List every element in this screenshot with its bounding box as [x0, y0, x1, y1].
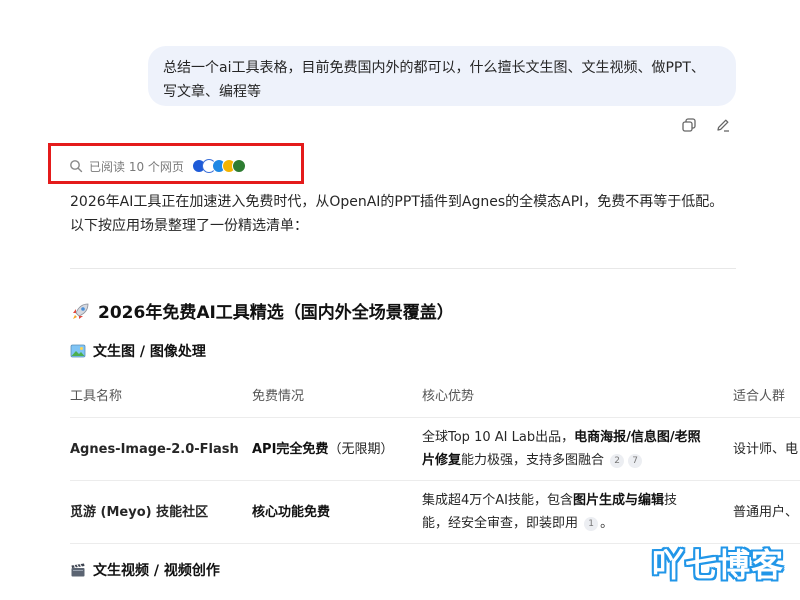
table-row: 觅游 (Meyo) 技能社区 核心功能免费 集成超4万个AI技能，包含图片生成与… — [70, 481, 800, 544]
rocket-icon — [73, 303, 89, 319]
advantage-text: 全球Top 10 AI Lab出品， — [422, 430, 575, 445]
copy-icon[interactable] — [680, 116, 698, 134]
table-row: Agnes-Image-2.0-Flash API完全免费（无限期） 全球Top… — [70, 418, 800, 481]
core-advantage: 全球Top 10 AI Lab出品，电商海报/信息图/老照片修复能力极强，支持多… — [422, 426, 722, 472]
free-status: 核心功能免费 — [252, 501, 412, 524]
answer-intro-line-1: 2026年AI工具正在加速进入免费时代，从OpenAI的PPT插件到Agnes的… — [70, 194, 724, 210]
section-title-image: 文生图 / 图像处理 — [93, 344, 206, 360]
source-favicon-icon — [231, 159, 246, 173]
core-advantage: 集成超4万个AI技能，包含图片生成与编辑技 能，经安全审查，即装即用 1。 — [422, 493, 678, 531]
ai-tools-table: 工具名称 免费情况 核心优势 适合人群 Agnes-Image-2.0-Flas… — [70, 378, 800, 544]
advantage-bold: 图片生成与编辑 — [573, 493, 665, 508]
advantage-text: 能，经安全审查，即装即用 — [422, 516, 579, 531]
advantage-bold: 片修复 — [422, 453, 462, 468]
user-message-line-1: 总结一个ai工具表格，目前免费国内外的都可以，什么擅长文生图、文生视频、做PPT… — [163, 60, 705, 76]
message-actions — [680, 116, 732, 134]
section-title-video: 文生视频 / 视频创作 — [93, 563, 220, 579]
user-message-line-2: 写文章、编程等 — [163, 84, 261, 100]
advantage-bold: 电商海报/信息图/老照 — [574, 430, 701, 445]
target-audience: 设计师、电 — [733, 442, 799, 457]
citation-badge[interactable]: 7 — [628, 453, 643, 468]
sources-label: 已阅读 10 个网页 — [89, 159, 184, 174]
target-audience: 普通用户、 — [733, 505, 799, 520]
search-icon — [70, 160, 83, 173]
tool-name: 觅游 (Meyo) 技能社区 — [70, 505, 209, 520]
tool-name: Agnes-Image-2.0-Flash — [70, 442, 239, 457]
answer-intro-line-2: 以下按应用场景整理了一份精选清单： — [70, 218, 308, 234]
free-status-note: （无限期） — [328, 442, 394, 457]
section-heading-video: 文生视频 / 视频创作 — [70, 560, 220, 580]
answer-title: 2026年免费AI工具精选（国内外全场景覆盖） — [98, 303, 454, 323]
table-header-cell: 核心优势 — [422, 389, 475, 404]
table-header-cell: 适合人群 — [733, 389, 786, 404]
citation-badge[interactable]: 1 — [584, 516, 599, 531]
watermark-logo: 吖七博客 — [652, 546, 785, 584]
free-status: API完全免费（无限期） — [252, 438, 412, 461]
table-header-cell: 工具名称 — [70, 389, 123, 404]
picture-icon — [70, 344, 86, 358]
free-status-bold: 核心功能免费 — [252, 505, 331, 520]
table-header-cell: 免费情况 — [252, 389, 305, 404]
sources-read-toggle[interactable]: 已阅读 10 个网页 — [69, 156, 246, 176]
free-status-bold: API完全免费 — [252, 442, 329, 457]
citation-badge[interactable]: 2 — [610, 453, 625, 468]
advantage-text: 技 — [664, 493, 678, 508]
answer-heading: 2026年免费AI工具精选（国内外全场景覆盖） — [70, 298, 454, 323]
section-heading-image: 文生图 / 图像处理 — [70, 341, 206, 361]
user-message-bubble: 总结一个ai工具表格，目前免费国内外的都可以，什么擅长文生图、文生视频、做PPT… — [148, 46, 736, 106]
clapper-icon — [71, 563, 85, 577]
source-favicons — [191, 159, 246, 173]
divider — [70, 268, 736, 269]
answer-intro: 2026年AI工具正在加速进入免费时代，从OpenAI的PPT插件到Agnes的… — [70, 190, 760, 238]
table-header-row: 工具名称 免费情况 核心优势 适合人群 — [70, 378, 800, 418]
edit-icon[interactable] — [714, 116, 732, 134]
advantage-text: 集成超4万个AI技能，包含 — [422, 493, 573, 508]
advantage-text: 能力极强，支持多图融合 — [461, 453, 605, 468]
